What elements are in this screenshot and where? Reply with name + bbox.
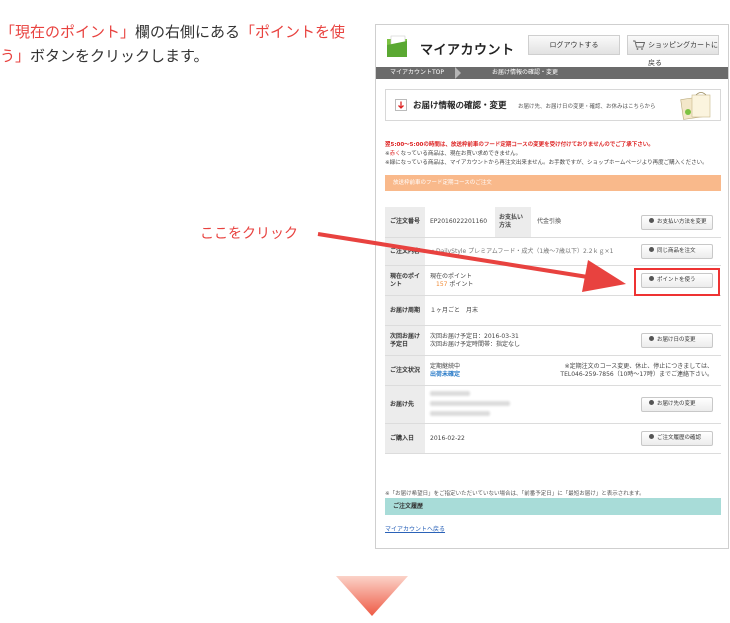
notice-line-time: 翌5:00～5:00の時間は、放送枠前車のフード定期コースの変更を受け付けており…: [385, 142, 654, 148]
notice-line-unavailable: ※赤くなっている商品は、現在お買い求めできません。: [385, 151, 522, 157]
breadcrumb-home[interactable]: マイアカウントTOP: [390, 67, 444, 79]
row-delivery-cycle: お届け周期 １ヶ月ごと 月末: [385, 295, 721, 326]
row-order-status: ご注文状況 定期継続中 出荷未確定 ※定期注文のコース変更、休止、停止につきまし…: [385, 355, 721, 386]
button-dot-icon: [649, 217, 654, 223]
instruction-tail: ボタンをクリックします。: [30, 47, 209, 65]
header: マイアカウント ログアウトする ショッピングカートに戻る: [376, 25, 728, 67]
section-header: お届け情報の確認・変更 お届け先、お届け日の変更・確認、お休みはこちらから: [385, 89, 721, 121]
payment-method-value: 代金引換: [537, 218, 562, 225]
notice-unavailable-text: なっている商品は、現在お買い求めできません。: [400, 151, 522, 157]
button-dot-icon: [649, 434, 654, 439]
notice-line-green: ※緑になっている商品は、マイアカウントから再注文出来ません。お手数ですが、ショッ…: [385, 160, 708, 166]
instruction-current-points: 「現在のポイント」: [0, 23, 136, 41]
arrow-right-icon: [317, 232, 626, 292]
highlight-box: [634, 268, 720, 296]
back-to-cart-button[interactable]: ショッピングカートに戻る: [627, 35, 719, 67]
label-order-status: ご注文状況: [385, 355, 425, 386]
delivery-address-blurred: [425, 385, 633, 424]
delivery-cycle-value: １ヶ月ごと 月末: [425, 295, 633, 326]
button-dot-icon: [649, 400, 654, 405]
next-delivery-time: 次回お届け予定時間帯：指定なし: [430, 340, 521, 348]
breadcrumb-separator-icon: [455, 67, 461, 79]
button-dot-icon: [649, 336, 654, 341]
back-to-cart-label: ショッピングカートに戻る: [648, 41, 718, 67]
order-number-value: EP2016022201160: [430, 218, 488, 225]
breadcrumb-current: お届け情報の確認・変更: [492, 69, 559, 76]
label-delivery-cycle: お届け周期: [385, 295, 425, 326]
logout-button[interactable]: ログアウトする: [528, 35, 620, 55]
change-payment-button[interactable]: お支払い方法を変更: [641, 214, 713, 230]
notice-block: 翌5:00～5:00の時間は、放送枠前車のフード定期コースの変更を受け付けており…: [385, 141, 725, 168]
click-here-callout: ここをクリック: [200, 226, 298, 242]
chevron-down-icon: [336, 576, 408, 616]
label-next-delivery: 次回お届け予定日: [385, 325, 425, 356]
instruction-connector: 欄の右側にある: [135, 23, 241, 41]
change-delivery-date-button[interactable]: お届け日の変更: [641, 333, 713, 348]
row-delivery-address: お届け先 お届け先の変更: [385, 385, 721, 424]
order-history-button[interactable]: ご注文履歴の確認: [641, 431, 713, 446]
label-delivery-address: お届け先: [385, 385, 425, 424]
arrow-down-icon: [395, 99, 407, 111]
shopping-bag-icon: [680, 92, 711, 120]
row-next-delivery: 次回お届け予定日 次回お届け予定日：2016-03-31 次回お届け予定時間帯：…: [385, 325, 721, 356]
page-title: お届け情報の確認・変更: [413, 101, 507, 111]
page-subtitle: お届け先、お届け日の変更・確認、お休みはこちらから: [518, 104, 656, 110]
label-purchase-date: ご購入日: [385, 423, 425, 454]
bottom-note: ※「お届け希望日」をご指定いただいていない場合は、「前番予定日」に「最短お届け」…: [385, 491, 645, 497]
next-delivery-date: 次回お届け予定日：2016-03-31: [430, 332, 519, 340]
order-status-value: 定期継続中: [430, 362, 461, 370]
notice-red-word: 赤く: [389, 151, 401, 157]
purchase-date-value: 2016-02-22: [425, 423, 633, 454]
change-address-button[interactable]: お届け先の変更: [641, 397, 713, 412]
folder-logo-icon: [387, 35, 407, 57]
back-to-account-link[interactable]: マイアカウントへ戻る: [385, 524, 445, 533]
instruction-text: 「現在のポイント」欄の右側にある「ポイントを使う」ボタンをクリックします。: [0, 20, 360, 68]
course-change-note: ※定期注文のコース変更、休止、停止につきましては、TEL046-259-7856…: [560, 362, 713, 378]
button-dot-icon: [649, 247, 654, 252]
reorder-button[interactable]: 同じ商品を注文: [641, 244, 713, 259]
row-purchase-date: ご購入日 2016-02-22 ご注文履歴の確認: [385, 423, 721, 454]
brand-title: マイアカウント: [420, 43, 515, 58]
course-header-bar: 放送枠前車のフード定期コースのご注文: [385, 175, 721, 191]
cart-icon: [633, 40, 645, 50]
order-history-bar: ご注文履歴: [385, 498, 721, 515]
breadcrumb: マイアカウントTOP お届け情報の確認・変更: [376, 67, 728, 79]
shipping-status-value: 出荷未確定: [430, 370, 461, 378]
